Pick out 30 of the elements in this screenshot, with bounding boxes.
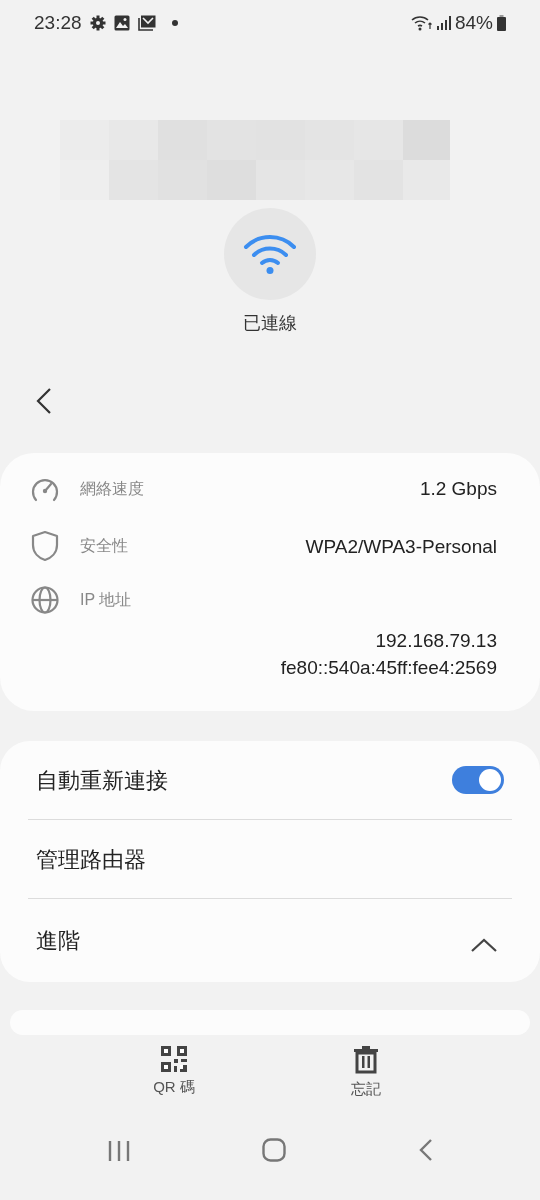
forget-button[interactable]: 忘記 <box>306 1045 426 1102</box>
setting-label[interactable]: 進階 <box>36 924 80 957</box>
qr-code-icon <box>161 1046 187 1072</box>
detail-value: 1.2 Gbps <box>419 477 497 501</box>
detail-value: 192.168.79.13 <box>375 629 497 653</box>
shield-icon <box>30 530 60 562</box>
detail-label: 安全性 <box>80 536 129 556</box>
setting-label[interactable]: 自動重新連接 <box>36 763 168 797</box>
detail-label: 網絡速度 <box>80 478 145 499</box>
gear-icon <box>89 15 106 31</box>
home-button[interactable] <box>262 1137 286 1163</box>
signal-icon <box>436 16 451 30</box>
battery-icon <box>497 15 506 31</box>
setting-label[interactable]: 管理路由器 <box>36 842 146 876</box>
mail-icon <box>137 15 156 31</box>
globe-icon <box>30 585 60 615</box>
detail-value: WPA2/WPA3-Personal <box>305 534 497 559</box>
wifi-icon <box>242 233 298 275</box>
detail-value: fe80::540a:45ff:fee4:2569 <box>280 656 497 680</box>
auto-reconnect-toggle[interactable] <box>452 766 504 794</box>
detail-label: IP 地址 <box>80 590 133 610</box>
chevron-icon[interactable] <box>470 936 498 953</box>
trash-icon <box>354 1046 378 1074</box>
battery-percent: 84% <box>454 10 493 35</box>
dot-icon <box>171 20 178 26</box>
wifi-icon <box>410 15 433 31</box>
image-icon <box>113 15 130 31</box>
qr-code-button[interactable]: QR 碼 <box>114 1045 234 1102</box>
clock-time: 23:28 <box>34 10 82 35</box>
connection-status: 已連線 <box>242 312 298 335</box>
